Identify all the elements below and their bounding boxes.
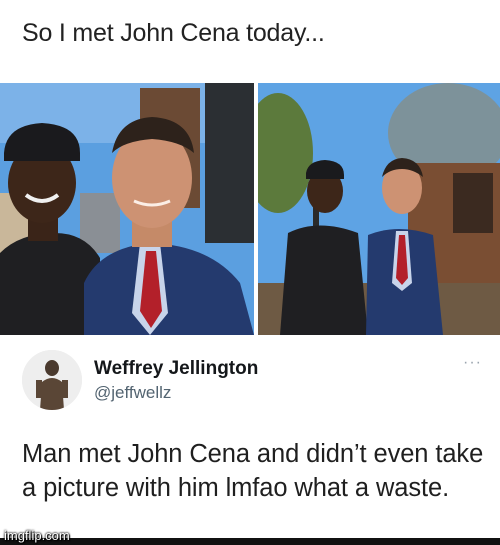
bottom-bar [0, 538, 500, 545]
tweet-text: Man met John Cena and didn’t even take a… [22, 440, 484, 502]
photo-wide [258, 83, 500, 335]
user-handle[interactable]: @jeffwellz [94, 383, 171, 403]
more-options-icon[interactable]: ··· [463, 354, 482, 372]
post-caption: So I met John Cena today... [22, 19, 325, 47]
tweet-header: Weffrey Jellington @jeffwellz ··· [22, 350, 482, 410]
display-name[interactable]: Weffrey Jellington [94, 358, 258, 380]
photo-closeup [0, 83, 254, 335]
watermark: imgflip.com [4, 528, 70, 543]
avatar[interactable] [22, 350, 82, 410]
